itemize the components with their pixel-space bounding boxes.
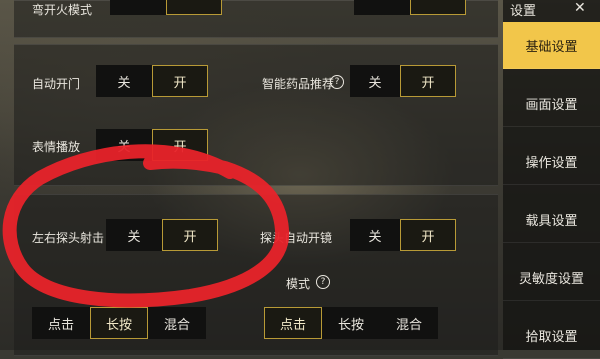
mode-label: 模式 [286,277,311,291]
tab-basic-settings[interactable]: 基础设置 [503,22,600,69]
tab-sensitivity-settings[interactable]: 灵敏度设置 [503,254,600,301]
smart-medicine-on-button[interactable]: 开 [400,65,456,97]
tab-pickup-settings[interactable]: 拾取设置 [503,312,600,359]
settings-title: 设置 [510,4,537,19]
fire-mode-toggle-left[interactable] [110,0,222,15]
fire-mode-label: 弯开火模式 [32,3,93,17]
auto-door-label: 自动开门 [32,77,81,91]
mode-right-selector[interactable]: 点击 长按 混合 [264,307,438,339]
mode-right-hold-button[interactable]: 长按 [322,307,380,339]
settings-panel-lower: 左右探头射击 关 开 探头自动开镜 关 开 模式 ? 点击 长按 混合 点击 长… [14,194,498,356]
peek-scope-off-button[interactable]: 关 [350,219,400,251]
emote-label: 表情播放 [32,140,81,154]
mode-left-mixed-button[interactable]: 混合 [148,307,206,339]
smart-medicine-toggle[interactable]: 关 开 [350,65,456,97]
tab-control-settings[interactable]: 操作设置 [503,138,600,185]
fire-mode-on[interactable] [166,0,222,15]
smart-medicine-label: 智能药品推荐 [262,77,335,91]
peek-scope-label: 探头自动开镜 [260,231,333,245]
peek-fire-on-button[interactable]: 开 [162,219,218,251]
mode-right-tap-button[interactable]: 点击 [264,307,322,339]
emote-off-button[interactable]: 关 [96,129,152,161]
emote-on-button[interactable]: 开 [152,129,208,161]
mode-left-hold-button[interactable]: 长按 [90,307,148,339]
emote-toggle[interactable]: 关 开 [96,129,208,161]
fire-mode-toggle-right[interactable] [354,0,466,15]
peek-fire-label: 左右探头射击 [32,231,105,245]
settings-panel-top: 弯开火模式 [14,0,498,38]
settings-panel-middle: 自动开门 关 开 智能药品推荐 ? 关 开 表情播放 关 开 [14,44,498,186]
fire-mode-off[interactable] [110,0,166,15]
help-icon[interactable]: ? [330,75,344,89]
fire-mode-right-on[interactable] [410,0,466,15]
mode-left-selector[interactable]: 点击 长按 混合 [32,307,206,339]
tab-display-settings[interactable]: 画面设置 [503,80,600,127]
auto-door-off-button[interactable]: 关 [96,65,152,97]
peek-scope-toggle[interactable]: 关 开 [350,219,456,251]
mode-left-tap-button[interactable]: 点击 [32,307,90,339]
help-icon[interactable]: ? [316,275,330,289]
fire-mode-right-off[interactable] [354,0,410,15]
tab-vehicle-settings[interactable]: 载具设置 [503,196,600,243]
auto-door-toggle[interactable]: 关 开 [96,65,208,97]
close-icon[interactable]: ✕ [574,0,586,16]
auto-door-on-button[interactable]: 开 [152,65,208,97]
peek-scope-on-button[interactable]: 开 [400,219,456,251]
mode-right-mixed-button[interactable]: 混合 [380,307,438,339]
peek-fire-toggle[interactable]: 关 开 [106,219,218,251]
peek-fire-off-button[interactable]: 关 [106,219,162,251]
smart-medicine-off-button[interactable]: 关 [350,65,400,97]
